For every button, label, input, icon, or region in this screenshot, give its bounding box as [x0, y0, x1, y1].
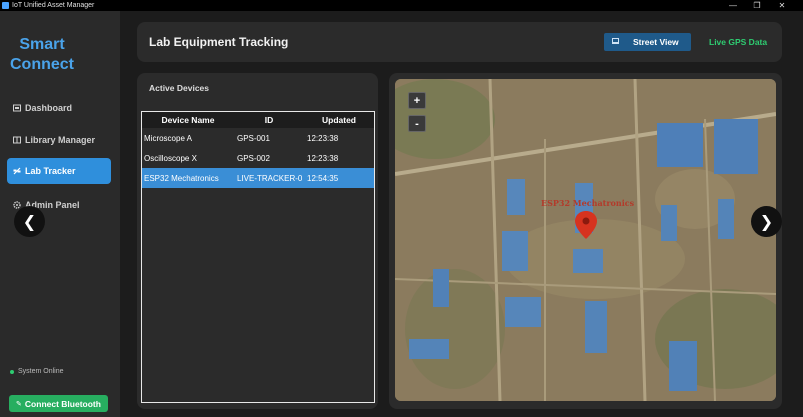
device-id-cell: GPS-002 — [237, 153, 270, 163]
device-updated-cell: 12:23:38 — [307, 133, 339, 143]
carousel-prev-button[interactable]: ❮ — [14, 206, 45, 237]
dashboard-icon — [13, 104, 21, 112]
device-id-cell: GPS-001 — [237, 133, 270, 143]
status-text: System Online — [18, 368, 64, 375]
device-name-cell: Microscope A — [144, 133, 193, 143]
map-panel: + - ESP32 Mechatronics — [389, 73, 782, 409]
bluetooth-icon: ✎ — [16, 400, 22, 408]
devices-table: Device Name ID Updated Microscope A GPS-… — [141, 111, 375, 403]
carousel-next-button[interactable]: ❯ — [751, 206, 782, 237]
brand-line-1: Smart — [19, 36, 65, 53]
sidebar-item-library-manager[interactable]: Library Manager — [7, 127, 111, 153]
satellite-imagery — [395, 79, 776, 401]
system-status: System Online — [10, 368, 64, 375]
street-view-button[interactable]: Street View — [604, 33, 691, 51]
page-title: Lab Equipment Tracking — [149, 35, 289, 49]
zoom-in-button[interactable]: + — [408, 92, 426, 109]
device-name-cell: Oscilloscope X — [144, 153, 197, 163]
device-name-cell: ESP32 Mechatronics — [144, 173, 219, 183]
satellite-map[interactable]: + - ESP32 Mechatronics — [395, 79, 776, 401]
sidebar-item-label: Library Manager — [25, 135, 96, 145]
panel-title: Active Devices — [149, 83, 210, 93]
zoom-out-button[interactable]: - — [408, 115, 426, 132]
sidebar-item-label: Lab Tracker — [25, 166, 76, 176]
sidebar-item-label: Dashboard — [25, 103, 73, 113]
map-marker-label: ESP32 Mechatronics — [541, 198, 635, 208]
window-title: IoT Unified Asset Manager — [12, 2, 95, 9]
maximize-button[interactable]: ❐ — [745, 0, 769, 11]
column-header-id[interactable]: ID — [234, 115, 304, 125]
column-header-device-name[interactable]: Device Name — [142, 115, 234, 125]
page-header: Lab Equipment Tracking Street View Live … — [137, 22, 782, 62]
street-view-label: Street View — [633, 37, 679, 47]
active-devices-panel: Active Devices Device Name ID Updated Mi… — [137, 73, 378, 409]
connect-bluetooth-label: Connect Bluetooth — [24, 398, 101, 409]
app-icon — [2, 2, 9, 9]
table-row[interactable]: Microscope A GPS-001 12:23:38 — [142, 128, 374, 148]
table-header: Device Name ID Updated — [142, 112, 374, 128]
sidebar-item-lab-tracker[interactable]: Lab Tracker — [7, 158, 111, 184]
column-header-updated[interactable]: Updated — [304, 115, 374, 125]
table-row-selected[interactable]: ESP32 Mechatronics LIVE-TRACKER-0 12:54:… — [142, 168, 374, 188]
library-icon — [13, 136, 21, 144]
brand-line-2: Connect — [10, 56, 74, 73]
live-gps-label: Live GPS Data — [709, 37, 768, 47]
device-updated-cell: 12:54:35 — [307, 173, 339, 183]
device-id-cell: LIVE-TRACKER-0 — [237, 173, 303, 183]
status-dot-icon — [10, 369, 14, 374]
minimize-button[interactable]: — — [721, 0, 745, 11]
connect-bluetooth-button[interactable]: ✎ Connect Bluetooth — [9, 395, 108, 412]
close-button[interactable]: ✕ — [770, 0, 794, 11]
table-row[interactable]: Oscilloscope X GPS-002 12:23:38 — [142, 148, 374, 168]
sidebar-item-dashboard[interactable]: Dashboard — [7, 95, 111, 121]
street-view-icon — [612, 38, 619, 46]
window-titlebar: IoT Unified Asset Manager — ❐ ✕ — [0, 0, 803, 11]
satellite-icon — [13, 167, 21, 175]
device-updated-cell: 12:23:38 — [307, 153, 339, 163]
brand-logo: Smart Connect — [0, 35, 84, 75]
